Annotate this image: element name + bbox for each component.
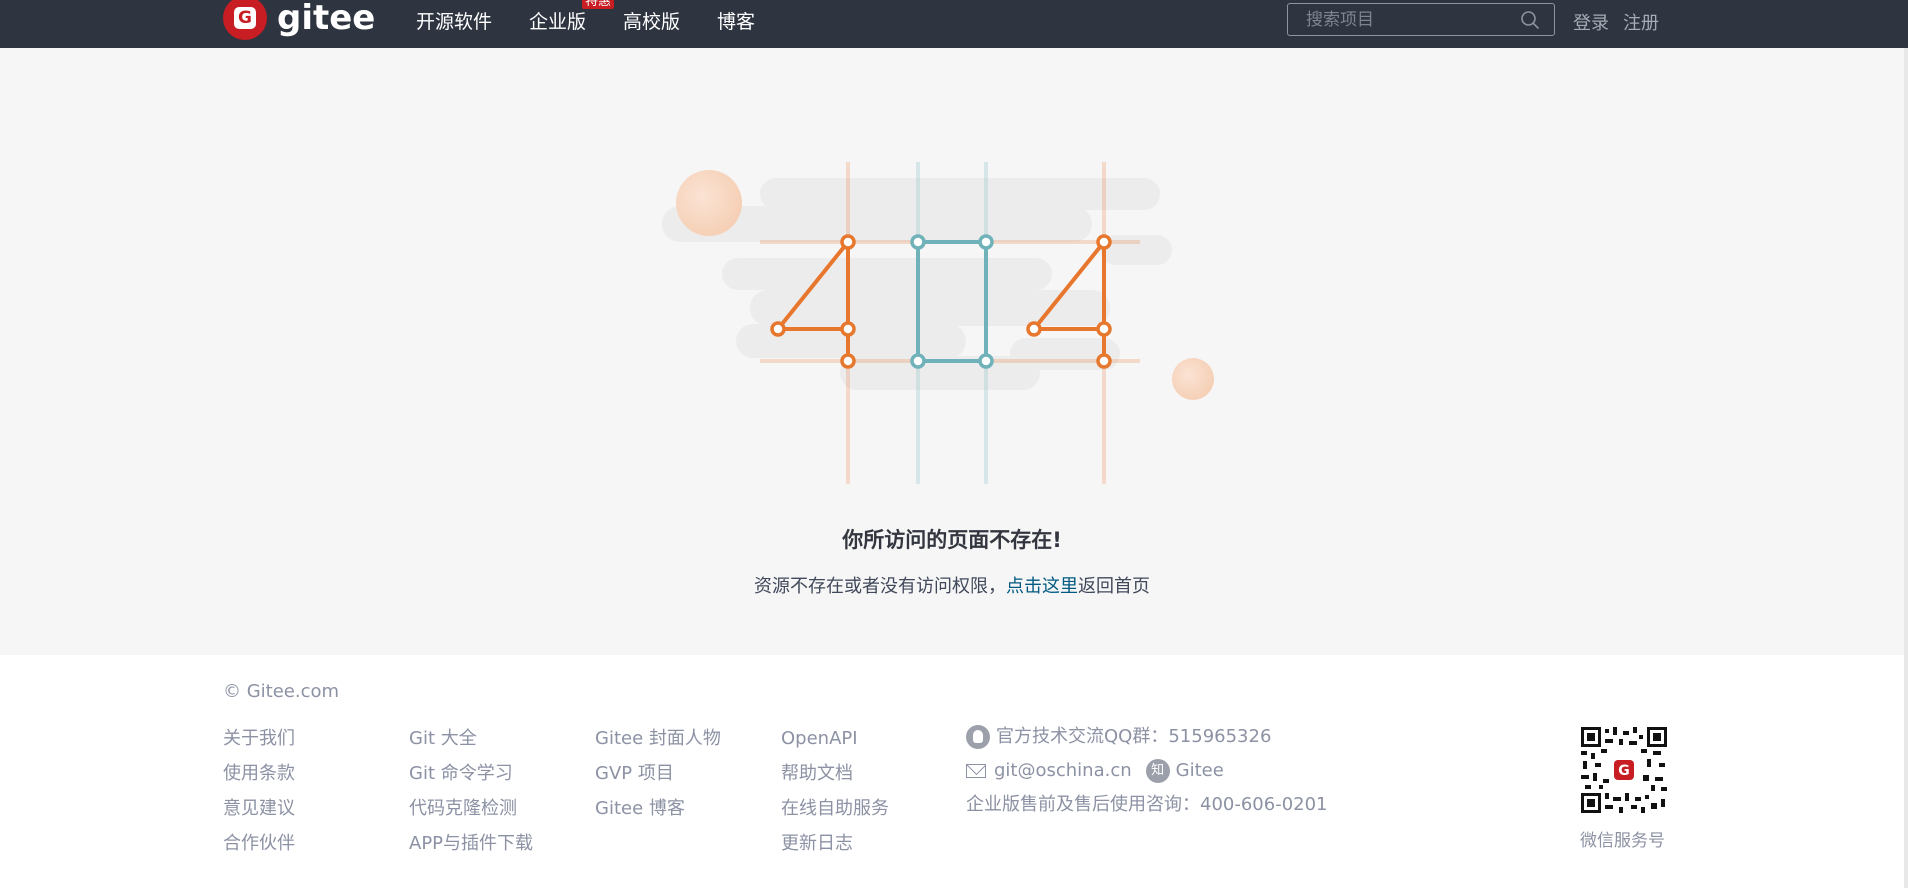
email-link[interactable]: git@oschina.cn [994,759,1132,783]
copyright: © Gitee.com [223,681,340,702]
nav-blog[interactable]: 博客 [717,7,755,34]
navbar-inner: G gitee 开源软件 企业版特惠 高校版 博客 登录 注册 [223,0,1663,48]
footer-link[interactable]: Gitee 博客 [595,798,721,820]
contact-info: 官方技术交流QQ群：515965326 git@oschina.cn 知 Git… [966,725,1328,817]
hotline-row: 企业版售前及售后使用咨询：400-606-0201 [966,793,1328,817]
footer-link[interactable]: 关于我们 [223,728,295,750]
footer-link[interactable]: 使用条款 [223,763,295,785]
footer-link[interactable]: Git 大全 [409,728,533,750]
logo-letter: G [238,8,252,28]
footer-column-gitee: Gitee 封面人物 GVP 项目 Gitee 博客 [595,728,721,820]
zhihu-icon[interactable]: 知 [1145,759,1170,783]
footer-link[interactable]: Gitee 封面人物 [595,728,721,750]
email-row: git@oschina.cn 知 Gitee [966,759,1328,783]
footer-link[interactable]: APP与插件下载 [409,833,533,855]
error-desc-prefix: 资源不存在或者没有访问权限， [754,576,1006,597]
qr-label: 微信服务号 [1580,831,1665,851]
footer-link[interactable]: GVP 项目 [595,763,721,785]
page: G gitee 开源软件 企业版特惠 高校版 博客 登录 注册 [0,0,1908,888]
footer-link[interactable]: 意见建议 [223,798,295,820]
footer-link[interactable]: 在线自助服务 [781,798,889,820]
login-link[interactable]: 登录 [1573,9,1609,35]
footer-link[interactable]: 合作伙伴 [223,833,295,855]
search-icon[interactable] [1520,10,1540,30]
back-home-link[interactable]: 点击这里 [1006,576,1078,597]
decor-ball-large [676,170,742,236]
footer-link[interactable]: 代码克隆检测 [409,798,533,820]
footer-column-help: OpenAPI 帮助文档 在线自助服务 更新日志 [781,728,889,855]
qq-group-text: 官方技术交流QQ群：515965326 [996,726,1272,747]
error-title: 你所访问的页面不存在! [842,528,1062,552]
footer-link[interactable]: 更新日志 [781,833,889,855]
main-nav: 开源软件 企业版 特惠 高校版 博客 [416,0,792,40]
gitee-logo-icon: G [223,0,267,40]
qq-group-row: 官方技术交流QQ群：515965326 [966,725,1328,749]
footer-link[interactable]: OpenAPI [781,728,889,750]
footer-link[interactable]: Git 命令学习 [409,763,533,785]
mail-icon [966,764,986,778]
error-desc-suffix: 返回首页 [1078,576,1150,597]
nav-enterprise[interactable]: 企业版 特惠 [529,0,615,34]
nav-open-source[interactable]: 开源软件 [416,7,492,34]
footer-column-about: 关于我们 使用条款 意见建议 合作伙伴 [223,728,295,855]
zhihu-link[interactable]: Gitee [1176,759,1224,783]
nav-enterprise-label: 企业版 [529,10,587,33]
scrollbar[interactable] [1904,48,1908,888]
footer-link[interactable]: 帮助文档 [781,763,889,785]
auth-links: 登录 注册 [1573,9,1659,35]
gitee-logo[interactable]: G gitee [223,0,375,40]
wechat-qr-code: G [1581,727,1667,813]
error-section: 你所访问的页面不存在! 资源不存在或者没有访问权限，点击这里返回首页 [0,48,1904,655]
footer-column-git: Git 大全 Git 命令学习 代码克隆检测 APP与插件下载 [409,728,533,855]
site-footer: © Gitee.com 关于我们 使用条款 意见建议 合作伙伴 Git 大全 G… [0,655,1904,888]
nav-education[interactable]: 高校版 [623,7,680,34]
qq-icon [966,725,990,749]
register-link[interactable]: 注册 [1623,9,1659,35]
404-illustration [662,162,1214,484]
error-description: 资源不存在或者没有访问权限，点击这里返回首页 [0,572,1904,598]
decor-ball-small [1172,358,1214,400]
search-box [1287,3,1555,36]
brand-name: gitee [277,0,376,38]
svg-text:G: G [1618,763,1630,779]
hotline-text: 企业版售前及售后使用咨询：400-606-0201 [966,794,1328,815]
promo-badge: 特惠 [582,0,615,9]
top-navbar: G gitee 开源软件 企业版特惠 高校版 博客 登录 注册 [0,0,1908,48]
search-input[interactable] [1288,9,1508,30]
